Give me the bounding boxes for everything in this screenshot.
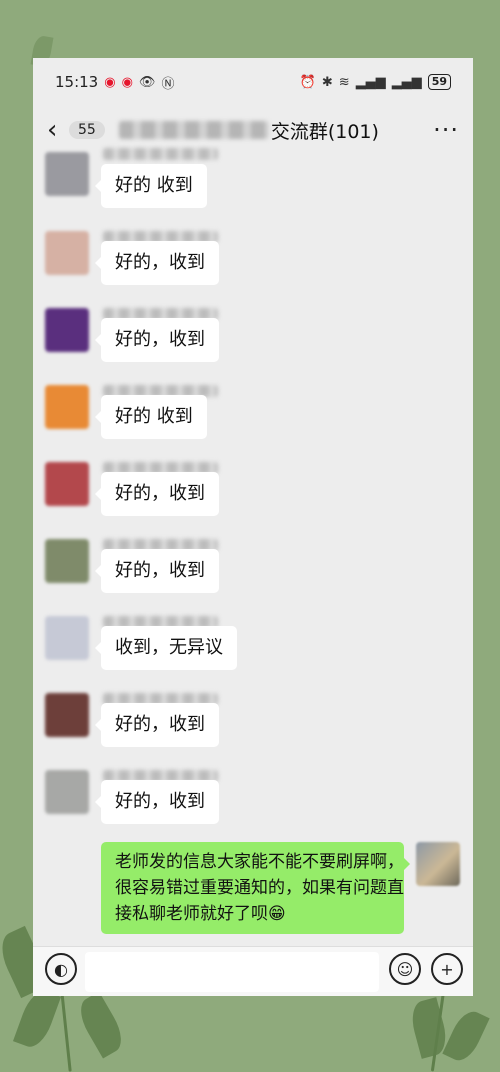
wifi-icon: ≋ [338,74,350,90]
back-chevron-icon[interactable]: ‹ [47,115,65,145]
message-bubble[interactable]: 好的，收到 [95,703,219,747]
chat-header: ‹ 55 交流群(101) ··· [33,106,473,154]
phone-screen: 15:13 ◉ ◉ 👁 Ⓝ ⏰ ✱ ≋ ▂▄▆ ▂▄▆ 59 ‹ 55 交流群(… [33,58,473,996]
more-icon[interactable]: ··· [433,116,459,144]
avatar[interactable] [45,152,89,196]
battery-indicator: 59 [427,74,451,90]
message-list[interactable]: 好的 收到 好的，收到 好的，收到 好的 收到 好的，收到 好的，收到 收到，无… [33,148,473,946]
avatar[interactable] [45,231,89,275]
sender-name-redacted [103,148,218,160]
clock: 15:13 [55,73,99,91]
plus-icon[interactable]: + [431,953,463,985]
avatar[interactable] [45,462,89,506]
signal-icon: ▂▄▆ [355,74,386,90]
message-bubble[interactable]: 好的 收到 [95,395,207,439]
status-bar: 15:13 ◉ ◉ 👁 Ⓝ ⏰ ✱ ≋ ▂▄▆ ▂▄▆ 59 [33,58,473,106]
message-bubble[interactable]: 好的，收到 [95,241,219,285]
weibo-icon: ◉ [121,74,133,90]
message-bubble[interactable]: 好的 收到 [95,164,207,208]
avatar[interactable] [45,539,89,583]
chat-title: 交流群(101) [270,120,379,143]
message-bubble[interactable]: 收到，无异议 [95,626,237,670]
bluetooth-icon: ✱ [321,74,333,90]
eye-icon: 👁 [138,74,156,90]
unread-badge[interactable]: 55 [69,121,105,139]
avatar[interactable] [45,385,89,429]
message-bubble[interactable]: 好的，收到 [95,472,219,516]
message-bubble[interactable]: 好的，收到 [95,549,219,593]
voice-icon[interactable]: ◐ [45,953,77,985]
message-bubble[interactable]: 好的，收到 [95,780,219,824]
my-avatar[interactable] [416,842,460,886]
avatar[interactable] [45,770,89,814]
signal-icon: ▂▄▆ [391,74,422,90]
input-bar: ◐ ☺ + [33,946,473,996]
message-bubble[interactable]: 好的，收到 [95,318,219,362]
message-input[interactable] [85,952,379,992]
alarm-icon: ⏰ [299,74,316,90]
emoji-icon[interactable]: ☺ [389,953,421,985]
weibo-icon: ◉ [104,74,116,90]
my-message-bubble[interactable]: 老师发的信息大家能不能不要刷屏啊，很容易错过重要通知的，如果有问题直接私聊老师就… [101,842,410,934]
nfc-icon: Ⓝ [161,76,175,92]
avatar[interactable] [45,616,89,660]
title-redacted [118,121,269,139]
avatar[interactable] [45,693,89,737]
avatar[interactable] [45,308,89,352]
